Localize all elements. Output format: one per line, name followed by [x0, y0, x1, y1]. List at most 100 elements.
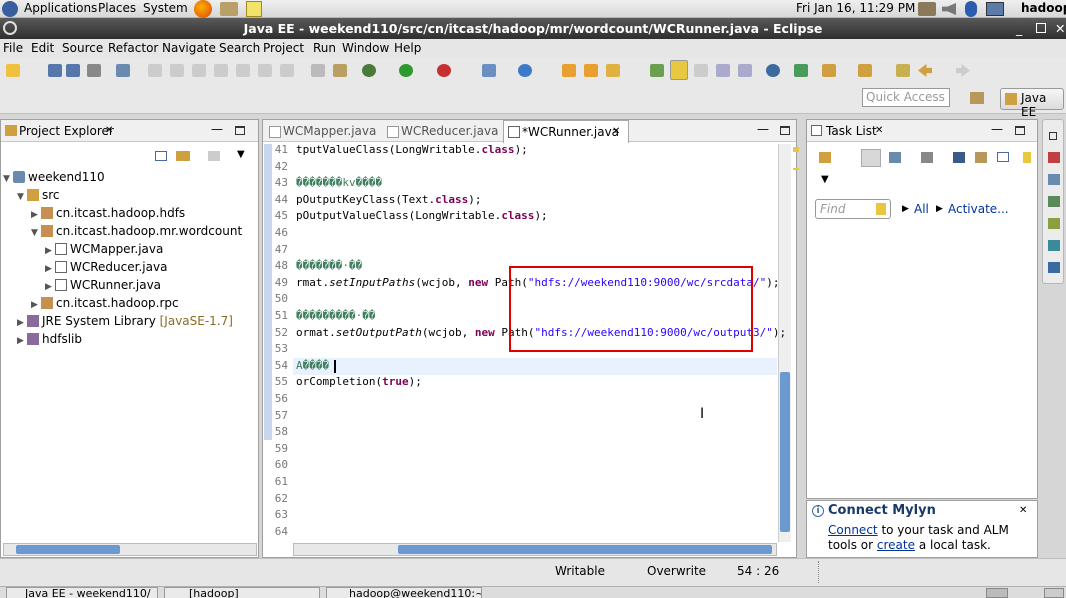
create-link[interactable]: create [877, 538, 915, 552]
tree-item[interactable]: ▶ WCMapper.java [45, 240, 163, 260]
view-menu-icon[interactable]: ▼ [821, 171, 829, 189]
tree-item[interactable]: ▼ weekend110 [3, 168, 105, 188]
focus-icon[interactable] [975, 152, 987, 163]
firefox-icon[interactable] [194, 0, 212, 18]
applications-menu[interactable]: Applications [24, 0, 97, 18]
close-icon[interactable]: ✕ [105, 122, 113, 140]
maximize-icon[interactable] [1036, 23, 1046, 33]
outline-icon[interactable] [1048, 152, 1060, 163]
tree-item[interactable]: ▼ cn.itcast.hadoop.mr.wordcount [31, 222, 242, 242]
collapse-all-icon[interactable] [155, 151, 167, 161]
categorized-icon[interactable] [861, 149, 881, 167]
clear-find-icon[interactable] [876, 203, 886, 215]
menu-project[interactable]: Project [263, 40, 304, 57]
maximize-view-icon[interactable] [235, 126, 245, 135]
save-icon[interactable] [48, 64, 62, 77]
code-line[interactable]: pOutputKeyClass(Text.class); [296, 193, 481, 206]
open-task-icon[interactable] [584, 64, 598, 77]
disconnect-icon[interactable] [214, 64, 228, 77]
show-desktop-icon[interactable] [986, 588, 1008, 598]
tree-item[interactable]: ▶ cn.itcast.hadoop.hdfs [31, 204, 185, 224]
open-type-icon[interactable] [562, 64, 576, 77]
scrollbar-thumb[interactable] [16, 545, 120, 554]
link-with-editor-icon[interactable] [176, 151, 190, 161]
overview-ruler-marker[interactable] [793, 168, 799, 170]
data-source-icon[interactable] [1048, 218, 1060, 229]
back-icon[interactable] [918, 64, 932, 77]
menu-file[interactable]: File [3, 40, 23, 57]
debug-icon[interactable] [362, 64, 376, 77]
close-icon[interactable]: ✕ [1055, 18, 1065, 39]
workspace-switcher[interactable] [1044, 588, 1064, 598]
search-icon[interactable] [606, 64, 620, 77]
run-icon[interactable] [399, 64, 413, 77]
tree-item[interactable]: ▶ hdfslib [17, 330, 82, 350]
menu-source[interactable]: Source [62, 40, 103, 57]
drop-to-frame-icon[interactable] [311, 64, 325, 77]
step-return-icon[interactable] [280, 64, 294, 77]
code-line[interactable]: A���� [296, 359, 329, 372]
minimize-view-icon[interactable]: — [211, 120, 223, 138]
servers-icon[interactable] [1048, 196, 1060, 207]
clock[interactable]: Fri Jan 16, 11:29 PM [796, 0, 915, 18]
properties-icon[interactable] [1048, 174, 1060, 185]
new-task-icon[interactable] [819, 152, 831, 163]
horizontal-scrollbar[interactable] [3, 543, 257, 556]
toggle-mark-occurrences-icon[interactable] [670, 60, 688, 80]
taskbar-button[interactable]: [hadoop] [164, 587, 320, 598]
scrollbar-thumb[interactable] [398, 545, 772, 554]
console-icon[interactable] [1048, 262, 1060, 273]
resume-icon[interactable] [148, 64, 162, 77]
terminate-icon[interactable] [192, 64, 206, 77]
foot-icon[interactable] [2, 1, 18, 17]
close-icon[interactable]: ✕ [612, 123, 620, 141]
task-list-tab[interactable]: Task List [826, 122, 877, 140]
expand-arrow-icon[interactable]: ▶ [17, 332, 27, 350]
network-icon[interactable] [918, 2, 936, 16]
task-focus-icon[interactable] [1023, 152, 1031, 163]
tree-item[interactable]: ▶ cn.itcast.hadoop.rpc [31, 294, 179, 314]
step-into-icon[interactable] [236, 64, 250, 77]
skip-breakpoints-icon[interactable] [116, 64, 130, 77]
close-icon[interactable]: ✕ [1019, 505, 1027, 516]
connect-link[interactable]: Connect [828, 523, 878, 537]
tree-item[interactable]: ▶ WCRunner.java [45, 276, 161, 296]
expand-arrow-icon[interactable]: ▼ [3, 170, 13, 188]
maximize-view-icon[interactable] [1015, 126, 1025, 135]
window-menu-icon[interactable] [3, 21, 17, 35]
code-line[interactable]: ���������·�� [296, 309, 375, 322]
focus-icon[interactable] [208, 151, 220, 161]
editor-tab-active[interactable]: *WCRunner.java ✕ [503, 120, 629, 143]
step-over-icon[interactable] [258, 64, 272, 77]
places-menu[interactable]: Places [98, 0, 136, 18]
overview-ruler-marker[interactable] [793, 147, 799, 152]
bluetooth-icon[interactable] [965, 1, 977, 17]
quick-access-input[interactable]: Quick Access [862, 88, 950, 107]
editor-tab[interactable]: WCMapper.java [265, 122, 377, 142]
view-menu-icon[interactable]: ▼ [237, 146, 245, 164]
project-explorer-tab[interactable]: Project Explorer [19, 122, 114, 140]
taskbar-button[interactable]: Java EE - weekend110/ [6, 587, 158, 598]
new-icon[interactable] [6, 64, 20, 77]
annotation-icon[interactable] [650, 64, 664, 77]
menu-edit[interactable]: Edit [31, 40, 54, 57]
web-browser-icon[interactable] [766, 64, 780, 77]
code-line[interactable]: �������kv���� [296, 176, 382, 189]
use-step-filters-icon[interactable] [333, 64, 347, 77]
save-all-icon[interactable] [66, 64, 80, 77]
menu-search[interactable]: Search [219, 40, 260, 57]
code-line[interactable]: �������·�� [296, 259, 362, 272]
find-input[interactable]: Find [815, 199, 891, 219]
tree-item[interactable]: ▼ src [17, 186, 60, 206]
scrollbar-thumb[interactable] [780, 372, 790, 532]
user-menu[interactable]: hadoop [1021, 0, 1066, 18]
toggle-word-wrap-icon[interactable] [738, 64, 752, 77]
tree-item[interactable]: ▶ WCReducer.java [45, 258, 167, 278]
expand-arrow-icon[interactable]: ▼ [17, 188, 27, 206]
tree-item[interactable]: ▶ JRE System Library [JavaSE-1.7] [17, 312, 233, 332]
collapse-all-icon[interactable] [997, 152, 1009, 162]
block-selection-icon[interactable] [694, 64, 708, 77]
previous-annotation-icon[interactable] [858, 64, 872, 77]
close-icon[interactable]: ✕ [875, 122, 883, 140]
package-manager-icon[interactable] [220, 2, 238, 16]
